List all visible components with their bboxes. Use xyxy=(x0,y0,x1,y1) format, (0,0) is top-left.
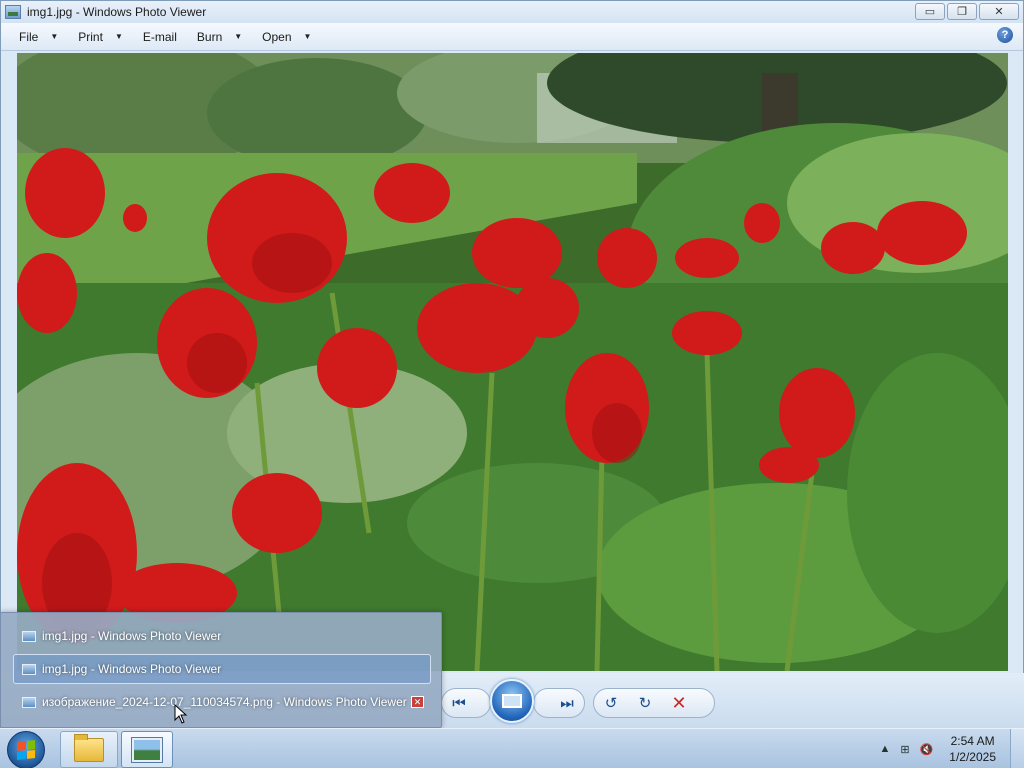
photo-viewer-icon xyxy=(132,737,162,762)
show-desktop-button[interactable] xyxy=(1010,729,1024,768)
chevron-down-icon: ▼ xyxy=(50,32,59,41)
tulip-photo-image xyxy=(17,53,1008,671)
slideshow-button[interactable] xyxy=(490,679,534,723)
taskbar-thumbnail-list: img1.jpg - Windows Photo Viewer img1.jpg… xyxy=(0,612,442,728)
menu-bar: File ▼ Print ▼ E-mail Burn ▼ Open ▼ ? xyxy=(1,23,1023,51)
menu-file[interactable]: File ▼ xyxy=(9,25,68,49)
menu-burn-label: Burn xyxy=(196,29,223,44)
windows-logo-icon xyxy=(17,740,35,760)
menu-burn[interactable]: Burn ▼ xyxy=(187,25,252,49)
rotate-clockwise-icon[interactable]: ↻ xyxy=(628,689,662,717)
edit-group: ↺ ↻ ✕ xyxy=(593,688,715,718)
window-title: img1.jpg - Windows Photo Viewer xyxy=(27,5,207,19)
photo-viewer-icon xyxy=(22,630,36,642)
menu-print[interactable]: Print ▼ xyxy=(68,25,133,49)
photo-viewer-icon xyxy=(22,696,36,708)
previous-icon[interactable]: ⏮ xyxy=(442,689,476,717)
mouse-cursor-icon xyxy=(174,704,188,724)
taskbar-window-item[interactable]: img1.jpg - Windows Photo Viewer xyxy=(13,654,431,684)
photo-display[interactable] xyxy=(17,53,1008,671)
taskbar-window-item[interactable]: изображение_2024-12-07_110034574.png - W… xyxy=(13,687,431,717)
clock-time: 2:54 AM xyxy=(950,734,995,748)
folder-icon xyxy=(74,733,104,762)
prev-group: ⏮ xyxy=(441,688,491,718)
show-hidden-icons-icon[interactable]: ▲ xyxy=(879,743,890,755)
start-button[interactable] xyxy=(7,731,45,768)
next-group: ⏭ xyxy=(533,688,585,718)
window-controls: ▭ ❐ ✕ xyxy=(915,3,1019,20)
photo-viewer-app-icon[interactable] xyxy=(5,5,21,19)
system-tray: ▲ ⊞ 🔇 2:54 AM 1/2/2025 xyxy=(879,729,1024,768)
menu-print-label: Print xyxy=(78,29,103,44)
window-item-label: img1.jpg - Windows Photo Viewer xyxy=(42,662,222,676)
slideshow-icon xyxy=(502,694,522,708)
close-window-icon[interactable]: ✕ xyxy=(411,696,424,708)
window-item-label: img1.jpg - Windows Photo Viewer xyxy=(42,629,222,643)
help-icon[interactable]: ? xyxy=(997,27,1013,43)
delete-icon[interactable]: ✕ xyxy=(662,689,696,717)
next-icon[interactable]: ⏭ xyxy=(550,689,584,717)
taskbar-photo-viewer-button[interactable] xyxy=(121,731,173,768)
photo-viewer-icon xyxy=(22,663,36,675)
title-bar[interactable]: img1.jpg - Windows Photo Viewer ▭ ❐ ✕ xyxy=(1,1,1023,23)
menu-open-label: Open xyxy=(262,29,292,44)
chevron-down-icon: ▼ xyxy=(234,32,243,41)
rotate-counterclockwise-icon[interactable]: ↺ xyxy=(594,689,628,717)
clock-date: 1/2/2025 xyxy=(949,750,996,764)
menu-file-label: File xyxy=(19,29,39,44)
clock[interactable]: 2:54 AM 1/2/2025 xyxy=(949,733,996,765)
menu-email[interactable]: E-mail xyxy=(133,25,187,49)
network-icon[interactable]: ⊞ xyxy=(900,743,909,756)
taskbar-explorer-button[interactable] xyxy=(60,731,118,768)
close-button[interactable]: ✕ xyxy=(979,3,1019,20)
maximize-button[interactable]: ❐ xyxy=(947,3,977,20)
chevron-down-icon: ▼ xyxy=(114,32,123,41)
window-item-label: изображение_2024-12-07_110034574.png - W… xyxy=(42,695,407,709)
menu-email-label: E-mail xyxy=(142,29,177,44)
volume-muted-icon[interactable]: 🔇 xyxy=(920,743,934,756)
menu-open[interactable]: Open ▼ xyxy=(252,25,321,49)
minimize-button[interactable]: ▭ xyxy=(915,3,945,20)
taskbar: ▲ ⊞ 🔇 2:54 AM 1/2/2025 xyxy=(0,728,1024,768)
chevron-down-icon: ▼ xyxy=(303,32,312,41)
taskbar-window-item[interactable]: img1.jpg - Windows Photo Viewer xyxy=(13,621,431,651)
